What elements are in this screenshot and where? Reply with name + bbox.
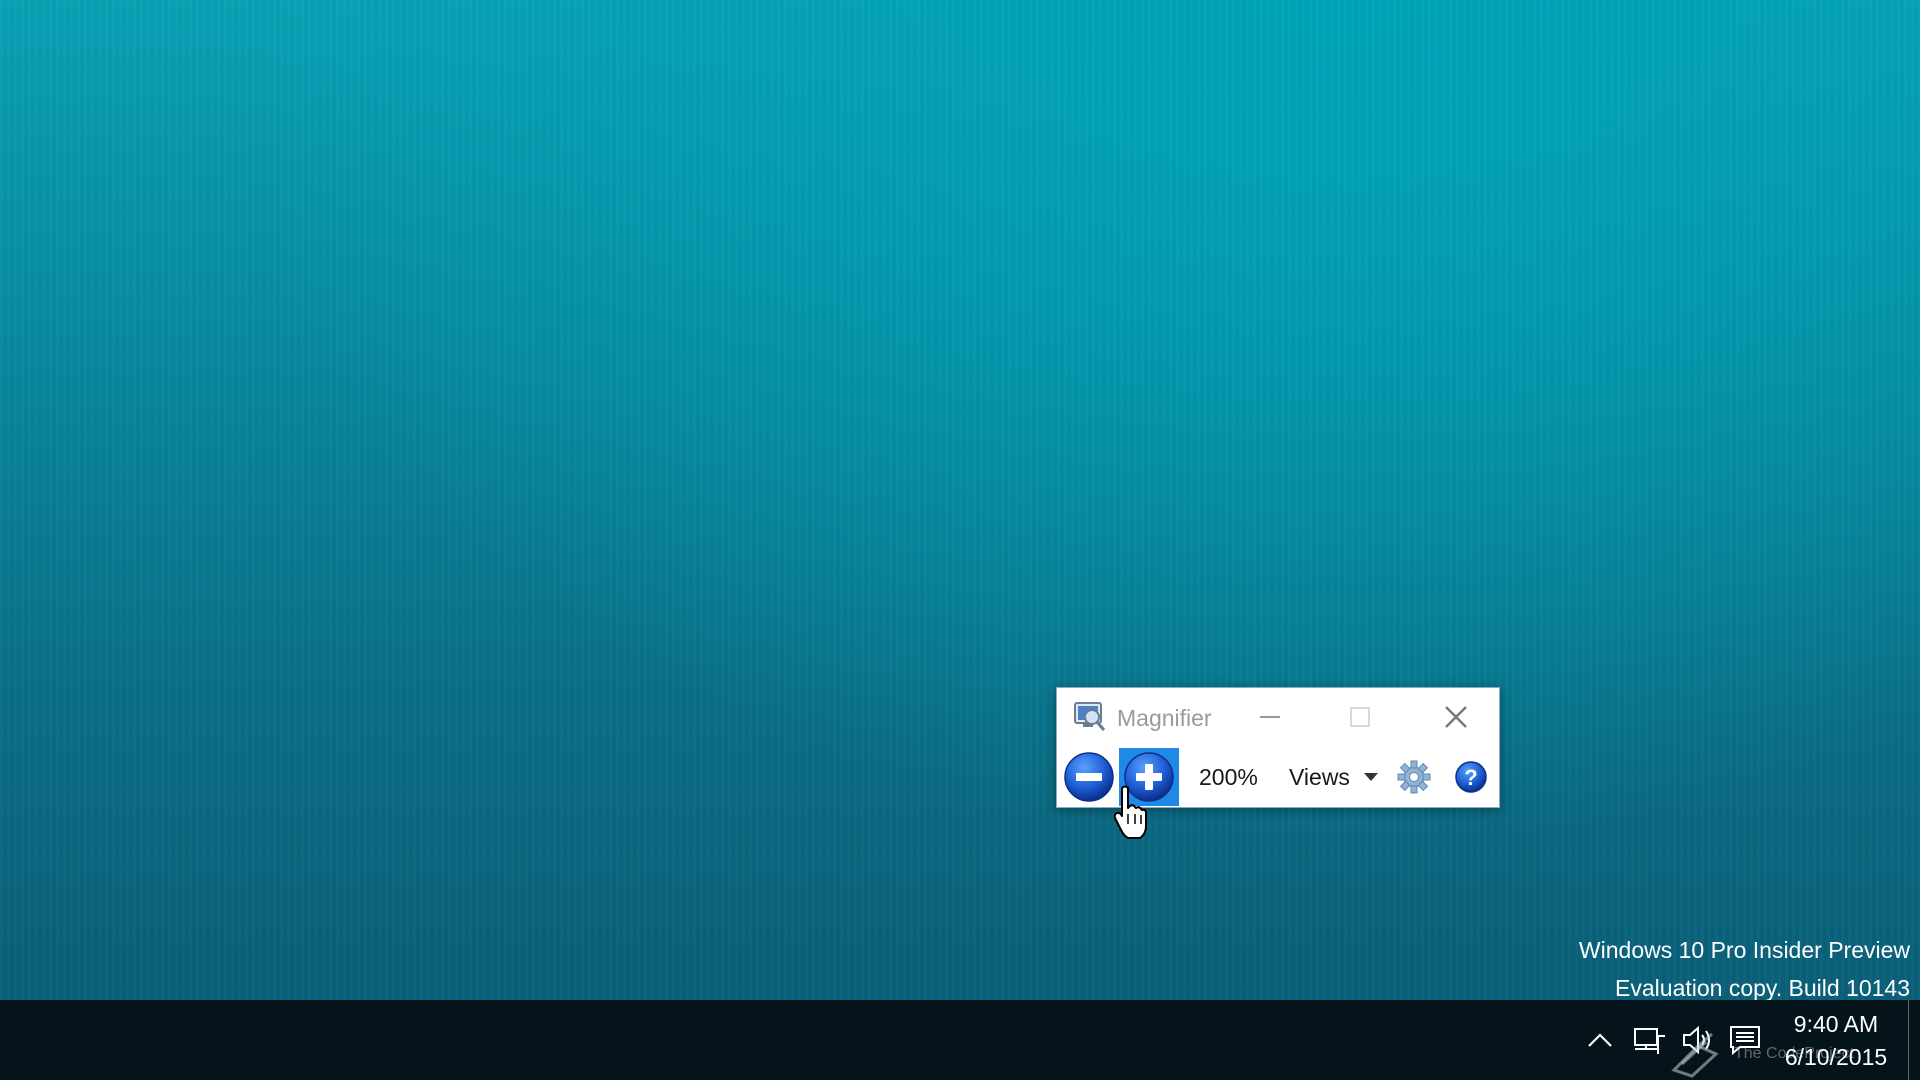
minimize-icon (1260, 716, 1280, 718)
question-mark-icon: ? (1455, 761, 1487, 793)
minus-circle-icon (1064, 752, 1114, 802)
overlay-watermark-text: The CodeProject (1734, 1045, 1855, 1062)
chevron-up-icon[interactable] (1586, 1027, 1614, 1053)
hand-cursor-icon (1113, 785, 1147, 839)
close-icon (1445, 706, 1467, 728)
maximize-icon (1350, 707, 1370, 727)
watermark-line-1: Windows 10 Pro Insider Preview (1578, 937, 1910, 963)
help-button[interactable]: ? (1454, 760, 1488, 794)
zoom-out-button[interactable] (1061, 748, 1117, 806)
svg-text:?: ? (1464, 765, 1477, 790)
os-watermark: Windows 10 Pro Insider Preview Evaluatio… (1579, 931, 1910, 1007)
clock-time: 9:40 AM (1793, 1011, 1879, 1037)
views-label: Views (1289, 764, 1350, 790)
window-title: Magnifier (1117, 705, 1212, 731)
title-bar[interactable]: Magnifier (1057, 688, 1499, 746)
desktop-background (0, 0, 1920, 1000)
show-desktop-button[interactable] (1908, 1000, 1920, 1080)
network-icon[interactable] (1632, 1026, 1666, 1056)
gear-icon (1397, 760, 1431, 794)
zoom-level: 200% (1199, 764, 1258, 790)
close-button[interactable] (1428, 696, 1484, 738)
options-button[interactable] (1397, 760, 1431, 794)
magnifier-app-icon (1074, 702, 1106, 731)
taskbar: 9:40 AM 6/10/2015 (0, 1000, 1920, 1080)
taskbar-clock[interactable]: 9:40 AM 6/10/2015 (1782, 1008, 1890, 1074)
maximize-button (1332, 696, 1388, 738)
codeproject-logo-icon (1671, 1032, 1719, 1078)
views-dropdown[interactable]: Views (1289, 756, 1385, 796)
caret-down-icon (1364, 773, 1378, 781)
minimize-button[interactable] (1242, 696, 1298, 738)
